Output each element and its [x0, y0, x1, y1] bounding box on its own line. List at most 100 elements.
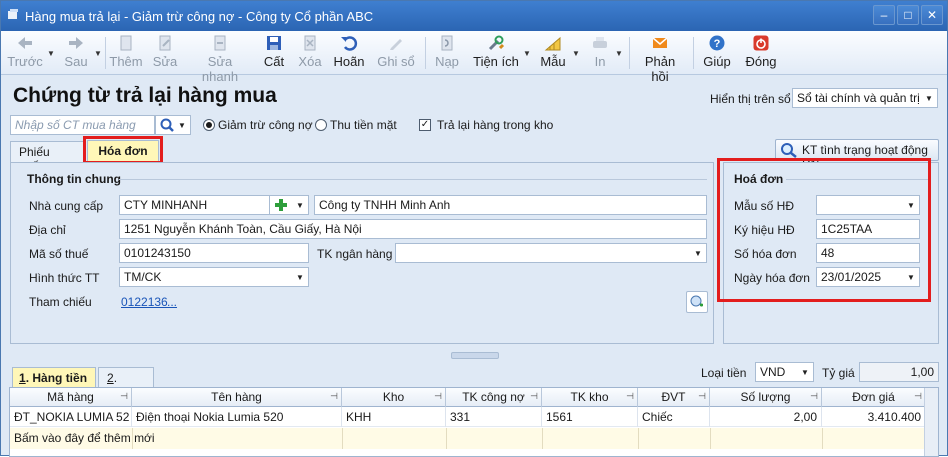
- cell-item-code[interactable]: ĐT_NOKIA LUMIA 52: [10, 407, 132, 427]
- tools-icon: [488, 35, 505, 51]
- toolbar: Trước ▼ Sau ▼ Thêm Sửa Sửa nhanh Cất Xóa: [1, 31, 947, 84]
- toolbar-separator: [693, 37, 694, 69]
- add-plus-icon: [275, 199, 287, 211]
- supplier-code-value: CTY MINHANH: [124, 198, 208, 212]
- cell-stock-account[interactable]: 1561: [542, 407, 638, 427]
- template-dropdown-arrow[interactable]: ▼: [572, 49, 580, 58]
- feedback-mail-icon: [652, 37, 668, 48]
- cell-payable-account[interactable]: 331: [446, 407, 542, 427]
- prev-button[interactable]: Trước: [7, 34, 43, 72]
- template-button[interactable]: Mẫu: [537, 34, 569, 72]
- toolbar-separator: [629, 37, 630, 69]
- col-header-stock-account[interactable]: TK kho ⊣: [542, 388, 638, 407]
- col-header-item-name[interactable]: Tên hàng ⊣: [132, 388, 342, 407]
- print-button[interactable]: In: [585, 34, 615, 72]
- reduce-debt-radio[interactable]: [203, 119, 215, 131]
- address-field[interactable]: 1251 Nguyễn Khánh Toàn, Cầu Giấy, Hà Nội: [119, 219, 707, 239]
- maximize-button[interactable]: □: [897, 5, 919, 25]
- cell-quantity[interactable]: 2,00: [710, 407, 822, 427]
- pin-icon: ⊣: [698, 391, 706, 401]
- title-bar: Hàng mua trả lại - Giảm trừ công nợ - Cô…: [1, 1, 947, 31]
- tab-other[interactable]: 2. Khác: [98, 367, 154, 399]
- cell-warehouse[interactable]: KHH: [342, 407, 446, 427]
- tax-code-field[interactable]: 0101243150: [119, 243, 309, 263]
- reduce-debt-label[interactable]: Giảm trừ công nợ: [218, 118, 313, 132]
- search-dropdown-icon[interactable]: ▼: [174, 116, 190, 134]
- main-content: Chứng từ trả lại hàng mua Hiển thị trên …: [1, 76, 947, 457]
- invoice-panel-highlight: [717, 158, 931, 302]
- payment-method-select[interactable]: TM/CK ▼: [119, 267, 309, 287]
- tab-goods[interactable]: 1. Hàng tiền: [12, 367, 96, 389]
- bank-account-select[interactable]: ▼: [395, 243, 707, 263]
- cell-unit[interactable]: Chiếc: [638, 407, 710, 427]
- next-dropdown-arrow[interactable]: ▼: [94, 49, 102, 58]
- help-button[interactable]: ? Giúp: [701, 34, 733, 72]
- quick-edit-button[interactable]: Sửa nhanh: [191, 34, 249, 84]
- next-button[interactable]: Sau: [61, 34, 91, 72]
- undo-icon: [341, 36, 358, 51]
- feedback-button[interactable]: Phản hồi: [635, 34, 685, 84]
- cash-label[interactable]: Thu tiền mặt: [330, 118, 397, 132]
- close-button[interactable]: Đóng: [743, 34, 779, 72]
- print-dropdown-arrow[interactable]: ▼: [615, 49, 623, 58]
- supplier-name-field[interactable]: Công ty TNHH Minh Anh: [314, 195, 707, 215]
- delete-icon: [304, 35, 316, 51]
- supplier-code-field[interactable]: CTY MINHANH: [119, 195, 271, 215]
- utilities-dropdown-arrow[interactable]: ▼: [523, 49, 531, 58]
- grid-vertical-scrollbar[interactable]: [924, 388, 938, 456]
- chevron-down-icon[interactable]: ▼: [690, 244, 706, 262]
- cell-item-name[interactable]: Điện thoại Nokia Lumia 520: [132, 407, 342, 427]
- chevron-down-icon[interactable]: ▼: [797, 363, 813, 381]
- reference-more-link[interactable]: ...: [167, 295, 177, 309]
- pin-icon: ⊣: [626, 391, 634, 401]
- address-label: Địa chỉ: [29, 223, 66, 237]
- return-to-stock-label[interactable]: Trả lại hàng trong kho: [437, 118, 553, 132]
- post-button[interactable]: Ghi sổ: [377, 34, 415, 72]
- display-on-book-value: Sổ tài chính và quản trị: [797, 91, 920, 105]
- return-to-stock-checkbox[interactable]: ✓: [419, 119, 431, 131]
- tax-code-value: 0101243150: [124, 246, 191, 260]
- svg-text:?: ?: [714, 38, 721, 50]
- col-header-unit-price[interactable]: Đơn giá ⊣: [822, 388, 926, 407]
- tab-export-slip[interactable]: Phiếu xuất: [10, 141, 84, 173]
- save-button[interactable]: Cất: [261, 34, 287, 72]
- currency-select[interactable]: VND ▼: [755, 362, 814, 382]
- chevron-down-icon[interactable]: ▼: [292, 196, 308, 214]
- quick-edit-icon: [214, 35, 226, 51]
- exchange-rate-field[interactable]: 1,00: [859, 362, 939, 382]
- add-reference-button[interactable]: [686, 291, 708, 313]
- edit-button[interactable]: Sửa: [151, 34, 179, 72]
- chevron-down-icon[interactable]: ▼: [292, 268, 308, 286]
- supplier-label: Nhà cung cấp: [29, 199, 104, 213]
- add-reference-icon: [690, 295, 703, 307]
- col-header-item-code[interactable]: Mã hàng ⊣: [10, 388, 132, 407]
- cell-unit-price[interactable]: 3.410.400: [822, 407, 926, 427]
- add-new-row-label[interactable]: Bấm vào đây để thêm mới: [14, 431, 155, 445]
- add-new-row[interactable]: Bấm vào đây để thêm mới: [10, 428, 926, 449]
- supplier-add-button[interactable]: ▼: [269, 195, 309, 215]
- chevron-down-icon[interactable]: ▼: [921, 89, 937, 107]
- reference-link[interactable]: 0122136: [121, 295, 168, 309]
- reload-button[interactable]: Nạp: [433, 34, 461, 72]
- col-header-warehouse[interactable]: Kho ⊣: [342, 388, 446, 407]
- search-button[interactable]: ▼: [155, 115, 191, 135]
- prev-dropdown-arrow[interactable]: ▼: [47, 49, 55, 58]
- reload-icon: [441, 35, 453, 51]
- payment-method-label: Hình thức TT: [29, 271, 100, 285]
- table-row[interactable]: ĐT_NOKIA LUMIA 52 Điện thoại Nokia Lumia…: [10, 407, 926, 427]
- col-header-quantity[interactable]: Số lượng ⊣: [710, 388, 822, 407]
- grid-header: Mã hàng ⊣ Tên hàng ⊣ Kho ⊣ TK công nợ ⊣ TK k…: [10, 388, 938, 407]
- undo-button[interactable]: Hoãn: [333, 34, 365, 72]
- col-header-payable-account[interactable]: TK công nợ ⊣: [446, 388, 542, 407]
- utilities-button[interactable]: Tiện ích: [471, 34, 521, 72]
- minimize-button[interactable]: –: [873, 5, 895, 25]
- add-button[interactable]: Thêm: [109, 34, 143, 72]
- search-placeholder: Nhập số CT mua hàng: [15, 118, 136, 132]
- close-window-button[interactable]: ✕: [921, 5, 943, 25]
- splitter-handle[interactable]: [451, 352, 499, 359]
- delete-button[interactable]: Xóa: [297, 34, 323, 72]
- search-input[interactable]: Nhập số CT mua hàng: [10, 115, 155, 135]
- display-on-book-select[interactable]: Sổ tài chính và quản trị ▼: [792, 88, 938, 108]
- cash-radio[interactable]: [315, 119, 327, 131]
- col-header-unit[interactable]: ĐVT ⊣: [638, 388, 710, 407]
